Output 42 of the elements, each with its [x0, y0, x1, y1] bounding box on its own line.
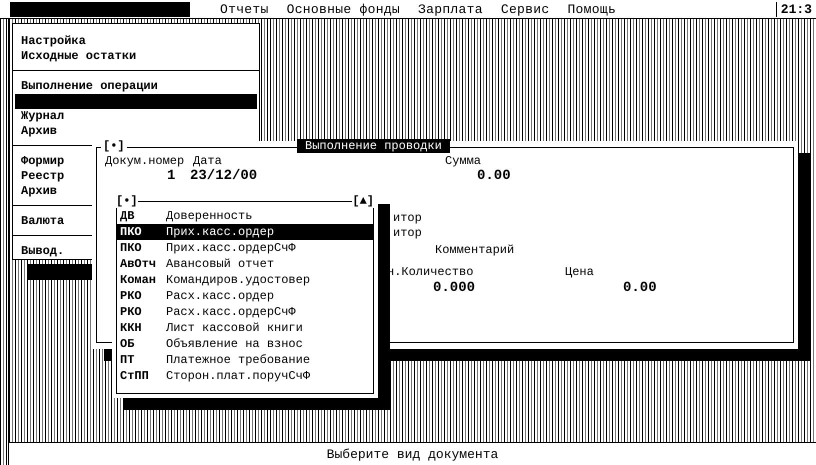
field-label: Дата — [193, 154, 222, 168]
field-label: итор — [393, 226, 422, 240]
menu-item[interactable]: Сервис — [500, 2, 550, 16]
field-value: 1 — [167, 168, 176, 184]
field-value: 0.000 — [433, 280, 476, 296]
field-label: Цена — [565, 265, 594, 279]
dialog-title: Выполнение проводки — [297, 139, 450, 153]
menu-item[interactable]: Исходные остатки — [13, 49, 259, 64]
list-item[interactable]: РКО Расх.касс.ордер — [117, 288, 373, 304]
field-label: Сумма — [445, 154, 482, 168]
menu-item[interactable]: Зарплата — [418, 2, 483, 16]
close-box[interactable]: [•] — [101, 139, 127, 153]
list-item[interactable]: РКО Расх.касс.ордерСчФ — [117, 304, 373, 320]
menu-item[interactable]: Отчеты — [220, 2, 269, 16]
list-item[interactable]: ПКО Прих.касс.ордер — [117, 224, 373, 240]
shadow-bar — [27, 264, 95, 280]
menu-item[interactable]: Настройка — [13, 34, 259, 49]
menu-item[interactable]: Журнал — [13, 109, 259, 124]
menu-item[interactable]: Основные фонды — [286, 2, 400, 16]
close-box[interactable]: [•] — [116, 194, 138, 208]
highlighted-menu-item[interactable] — [10, 2, 190, 16]
list-item[interactable]: СтПП Сторон.плат.поручСчФ — [117, 368, 373, 384]
list-item[interactable]: АвОтч Авансовый отчет — [117, 256, 373, 272]
field-label: н.Количество — [387, 265, 474, 279]
field-label: итор — [393, 211, 422, 225]
list-item[interactable]: ПТ Платежное требование — [117, 352, 373, 368]
field-value: 23/12/00 — [190, 168, 258, 184]
list-item[interactable]: Коман Командиров.удостовер — [117, 272, 373, 288]
field-label: Докум.номер — [105, 154, 184, 168]
field-label: Комментарий — [435, 243, 514, 257]
menu-item[interactable]: Помощь — [567, 2, 616, 16]
field-value: 0.00 — [623, 280, 657, 296]
field-value: 0.00 — [477, 168, 511, 184]
menu-item[interactable]: Архив — [13, 124, 259, 139]
zoom-box[interactable]: [▲] — [352, 194, 374, 208]
list-item[interactable]: ДВ Доверенность — [117, 208, 373, 224]
list-item[interactable]: ККН Лист кассовой книги — [117, 320, 373, 336]
clock: 21:3 — [776, 2, 816, 16]
list-item[interactable]: ПКО Прих.касс.ордерСчФ — [117, 240, 373, 256]
status-message: Выберите вид документа — [326, 446, 498, 462]
list-item[interactable]: ОБ Объявление на взнос — [117, 336, 373, 352]
menu-item[interactable]: Выполнение операции — [13, 79, 259, 94]
